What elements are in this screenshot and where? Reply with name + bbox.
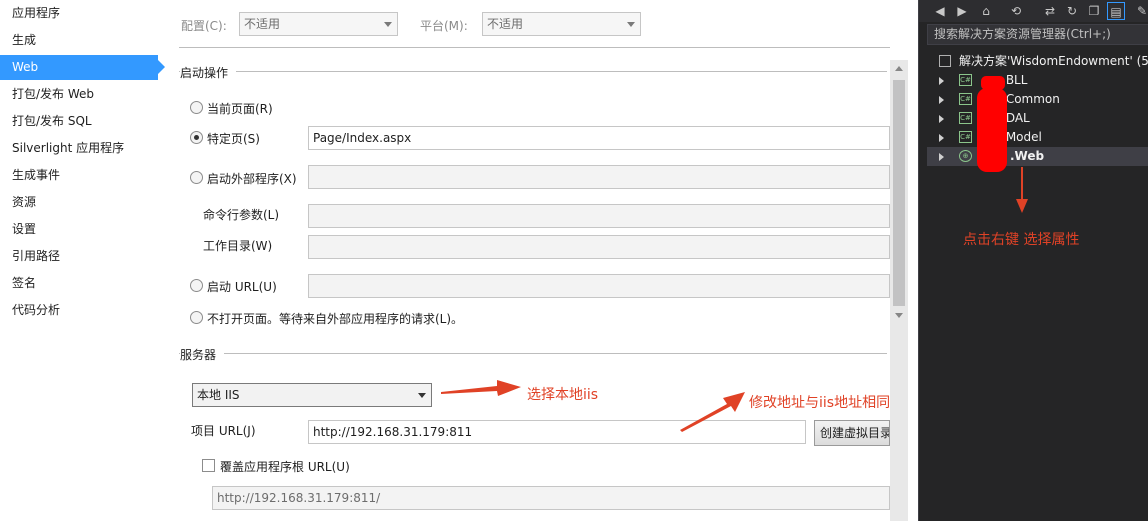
servers-heading: 服务器	[180, 346, 225, 363]
config-divider	[179, 47, 890, 48]
history-icon[interactable]: ⟲	[1007, 2, 1025, 20]
tree-item-dal[interactable]: C# .DAL	[927, 109, 1148, 128]
specific-page-input[interactable]: Page/Index.aspx	[308, 126, 890, 150]
project-name: .Web	[1010, 149, 1045, 163]
project-name: .Common	[1002, 92, 1060, 106]
arrow-modify-url-icon	[680, 392, 745, 432]
nav-item-package-sql[interactable]: 打包/发布 SQL	[0, 109, 158, 134]
nav-item-web[interactable]: Web	[0, 55, 165, 80]
nav-item-resources[interactable]: 资源	[0, 190, 158, 215]
section-rule	[179, 71, 887, 72]
server-select[interactable]: 本地 IIS	[192, 383, 432, 407]
arrow-down-annotation-icon	[1016, 167, 1028, 213]
radio-specific-page[interactable]	[190, 131, 203, 144]
annotation-right-click: 点击右键 选择属性	[963, 232, 1080, 248]
expand-arrow-icon[interactable]	[939, 153, 944, 161]
expand-arrow-icon[interactable]	[939, 96, 944, 104]
radio-external-program[interactable]	[190, 171, 203, 184]
refresh-icon[interactable]: ↻	[1063, 2, 1081, 20]
override-root-checkbox[interactable]	[202, 459, 215, 472]
server-select-value: 本地 IIS	[197, 388, 240, 402]
solution-search-input[interactable]: 搜索解决方案资源管理器(Ctrl+;)	[927, 24, 1148, 45]
override-root-input[interactable]: http://192.168.31.179:811/	[212, 486, 890, 510]
no-open-label: 不打开页面。等待来自外部应用程序的请求(L)。	[207, 312, 464, 326]
working-dir-label: 工作目录(W)	[203, 239, 273, 253]
scroll-up-icon[interactable]	[895, 66, 903, 71]
config-label: 配置(C):	[181, 19, 227, 33]
override-root-label: 覆盖应用程序根 URL(U)	[220, 460, 350, 474]
arrow-select-iis-icon	[441, 380, 521, 396]
csharp-project-icon: C#	[959, 112, 972, 124]
expand-arrow-icon[interactable]	[939, 134, 944, 142]
config-select[interactable]: 不适用	[239, 12, 398, 36]
solution-root[interactable]: 解决方案'WisdomEndowment' (5	[927, 52, 1148, 71]
cmd-args-label: 命令行参数(L)	[203, 208, 280, 222]
forward-icon[interactable]: ▶	[953, 2, 971, 20]
nav-item-signing[interactable]: 签名	[0, 271, 158, 296]
project-name: .Model	[1002, 130, 1042, 144]
annotation-modify-url: 修改地址与iis地址相同	[749, 395, 891, 411]
cmd-args-input[interactable]	[308, 204, 890, 228]
expand-arrow-icon[interactable]	[939, 115, 944, 123]
radio-no-open[interactable]	[190, 311, 203, 324]
project-name: .BLL	[1002, 73, 1028, 87]
section-rule	[179, 353, 887, 354]
nav-item-build[interactable]: 生成	[0, 28, 158, 53]
start-url-label: 启动 URL(U)	[207, 280, 277, 294]
tree-item-model[interactable]: C# .Model	[927, 128, 1148, 147]
property-nav: 应用程序 生成 Web 打包/发布 Web 打包/发布 SQL Silverli…	[0, 0, 165, 521]
start-url-input[interactable]	[308, 274, 890, 298]
nav-item-settings[interactable]: 设置	[0, 217, 158, 242]
current-page-label: 当前页面(R)	[207, 102, 273, 116]
back-icon[interactable]: ◀	[931, 2, 949, 20]
tree-item-bll[interactable]: C# .BLL	[927, 71, 1148, 90]
csharp-project-icon: C#	[959, 93, 972, 105]
scroll-down-icon[interactable]	[895, 313, 903, 318]
expand-arrow-icon[interactable]	[939, 77, 944, 85]
csharp-project-icon: C#	[959, 74, 972, 86]
chevron-down-icon	[418, 393, 426, 398]
tree-item-common[interactable]: C# .Common	[927, 90, 1148, 109]
redaction-mark	[977, 88, 1007, 172]
home-icon[interactable]: ⌂	[977, 2, 995, 20]
web-properties-panel: 配置(C): 不适用 平台(M): 不适用 启动操作 当前页面(R) 特定页(S…	[165, 0, 918, 521]
project-url-label: 项目 URL(J)	[191, 424, 256, 438]
chevron-down-icon	[384, 22, 392, 27]
properties-icon[interactable]: ▤	[1107, 2, 1125, 20]
radio-start-url[interactable]	[190, 279, 203, 292]
working-dir-input[interactable]	[308, 235, 890, 259]
sync-icon[interactable]: ⇄	[1041, 2, 1059, 20]
platform-select-value: 不适用	[487, 17, 524, 31]
solution-explorer: ◀ ▶ ⌂ ⟲ ⇄ ↻ ❐ ▤ ✎ 搜索解决方案资源管理器(Ctrl+;) 解决…	[918, 0, 1148, 521]
collapse-icon[interactable]: ❐	[1085, 2, 1103, 20]
csharp-project-icon: C#	[959, 131, 972, 143]
tree-item-web[interactable]: ⊕ .Web	[927, 147, 1148, 166]
scrollbar-thumb[interactable]	[893, 80, 905, 306]
external-program-input[interactable]	[308, 165, 890, 189]
nav-item-reference-paths[interactable]: 引用路径	[0, 244, 158, 269]
solution-toolbar: ◀ ▶ ⌂ ⟲ ⇄ ↻ ❐ ▤ ✎	[919, 0, 1148, 22]
radio-current-page[interactable]	[190, 101, 203, 114]
chevron-down-icon	[627, 22, 635, 27]
nav-item-application[interactable]: 应用程序	[0, 1, 158, 26]
external-program-label: 启动外部程序(X)	[207, 172, 297, 186]
nav-item-build-events[interactable]: 生成事件	[0, 163, 158, 188]
specific-page-label: 特定页(S)	[207, 132, 260, 146]
create-vdir-button[interactable]: 创建虚拟目录	[814, 420, 890, 446]
config-select-value: 不适用	[244, 17, 281, 31]
platform-select[interactable]: 不适用	[482, 12, 641, 36]
nav-item-silverlight[interactable]: Silverlight 应用程序	[0, 136, 158, 161]
nav-item-package-web[interactable]: 打包/发布 Web	[0, 82, 158, 107]
solution-icon	[939, 55, 951, 67]
solution-label: 解决方案'WisdomEndowment' (5	[959, 54, 1148, 68]
vertical-scrollbar[interactable]	[890, 60, 908, 521]
nav-item-code-analysis[interactable]: 代码分析	[0, 298, 158, 323]
annotation-select-local-iis: 选择本地iis	[527, 387, 599, 403]
pin-icon[interactable]: ✎	[1133, 2, 1148, 20]
web-project-icon: ⊕	[959, 150, 972, 162]
platform-label: 平台(M):	[420, 19, 468, 33]
start-action-heading: 启动操作	[180, 64, 237, 81]
